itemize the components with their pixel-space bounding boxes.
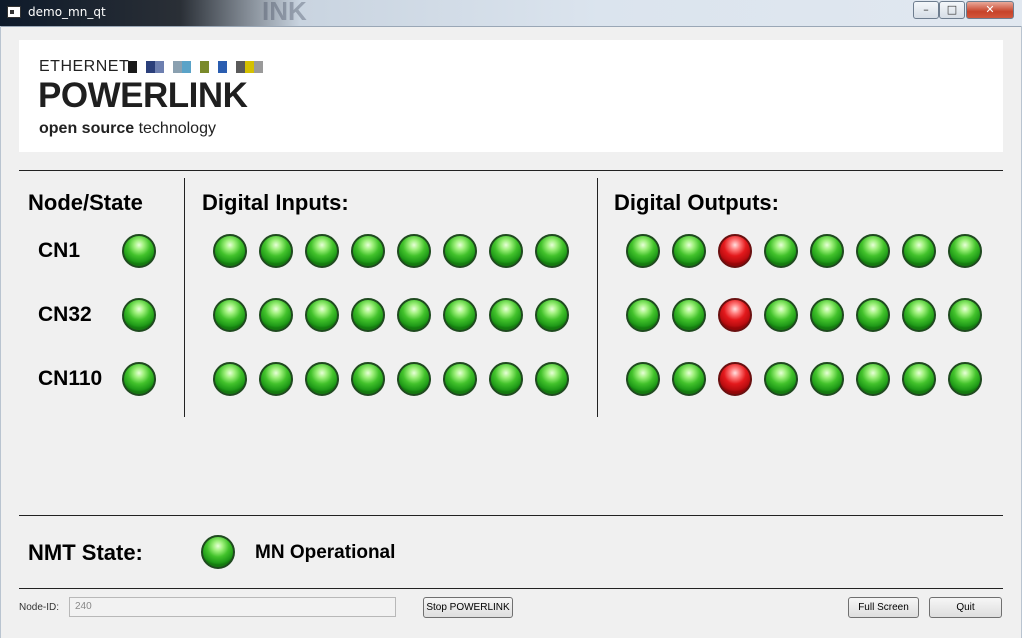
logo-bar-segment (155, 61, 164, 73)
logo-bar-segment (173, 61, 182, 73)
nmt-state-label: NMT State: (28, 540, 143, 565)
node-label-cn110: CN110 (38, 367, 103, 390)
nmt-state-led (201, 535, 235, 569)
node-label-cn32: CN32 (38, 303, 92, 326)
digital-output-led (626, 362, 660, 396)
logo-bar-segment (182, 61, 191, 73)
minimize-button[interactable]: – (913, 1, 939, 19)
digital-input-led (259, 362, 293, 396)
logo-tagline: open source technology (39, 120, 216, 138)
nmt-state-text: MN Operational (255, 542, 396, 563)
title-bar: demo_mn_qt INK – □ ✕ (0, 0, 1022, 27)
logo-tagline-rest: technology (134, 120, 216, 137)
stop-powerlink-button[interactable]: Stop POWERLINK (423, 597, 513, 618)
digital-output-led (810, 362, 844, 396)
logo-bar-segment (218, 61, 227, 73)
digital-output-led (672, 298, 706, 332)
digital-output-led (672, 362, 706, 396)
logo-bar-segment (200, 61, 209, 73)
logo-bar-segment (245, 61, 254, 73)
digital-output-led (948, 234, 982, 268)
digital-output-led (948, 362, 982, 396)
digital-input-led (443, 362, 477, 396)
quit-button[interactable]: Quit (929, 597, 1002, 618)
inputs-outputs-divider (597, 178, 598, 417)
logo-bar-segment (227, 61, 236, 73)
digital-input-led (351, 234, 385, 268)
digital-output-led (764, 298, 798, 332)
digital-input-led (305, 298, 339, 332)
digital-output-led (626, 298, 660, 332)
window-title: demo_mn_qt (28, 5, 106, 19)
digital-output-led (718, 362, 752, 396)
digital-outputs-heading: Digital Outputs: (614, 190, 779, 215)
digital-input-led (351, 298, 385, 332)
digital-input-led (535, 298, 569, 332)
digital-output-led (764, 234, 798, 268)
digital-input-led (351, 362, 385, 396)
powerlink-logo: ETHERNET POWERLINK open source technolog… (19, 40, 1003, 152)
digital-output-led (718, 234, 752, 268)
maximize-button[interactable]: □ (939, 1, 965, 19)
logo-bar-segment (254, 61, 263, 73)
node-state-led (122, 298, 156, 332)
logo-bar-segment (128, 61, 137, 73)
logo-powerlink-text: POWERLINK (38, 76, 248, 115)
logo-ethernet-text: ETHERNET (39, 58, 130, 75)
digital-input-led (397, 298, 431, 332)
digital-input-led (305, 362, 339, 396)
digital-output-led (856, 298, 890, 332)
digital-output-led (856, 362, 890, 396)
full-screen-button[interactable]: Full Screen (848, 597, 919, 618)
node-state-led (122, 362, 156, 396)
logo-tagline-bold: open source (39, 120, 135, 137)
digital-input-led (535, 362, 569, 396)
digital-input-led (305, 234, 339, 268)
digital-output-led (810, 298, 844, 332)
logo-bar-segment (164, 61, 173, 73)
digital-input-led (489, 362, 523, 396)
digital-output-led (626, 234, 660, 268)
background-window-text: INK (262, 0, 307, 26)
footer-divider (19, 588, 1003, 589)
digital-input-led (213, 234, 247, 268)
digital-output-led (948, 298, 982, 332)
digital-input-led (397, 234, 431, 268)
digital-input-led (489, 234, 523, 268)
top-divider (19, 170, 1003, 171)
digital-output-led (902, 362, 936, 396)
digital-inputs-heading: Digital Inputs: (202, 190, 349, 215)
digital-output-led (902, 234, 936, 268)
nmt-divider (19, 515, 1003, 516)
node-state-heading: Node/State (28, 190, 143, 215)
node-id-field[interactable]: 240 (69, 597, 396, 617)
digital-input-led (535, 234, 569, 268)
logo-bar-segment (209, 61, 218, 73)
digital-input-led (213, 298, 247, 332)
node-column-divider (184, 178, 185, 417)
node-state-led (122, 234, 156, 268)
digital-output-led (672, 234, 706, 268)
logo-bar-segment (146, 61, 155, 73)
logo-bar-segment (137, 61, 146, 73)
digital-output-led (718, 298, 752, 332)
logo-bar-segment (236, 61, 245, 73)
digital-input-led (259, 298, 293, 332)
node-id-label: Node-ID: (19, 602, 60, 613)
digital-output-led (764, 362, 798, 396)
digital-input-led (259, 234, 293, 268)
digital-input-led (213, 362, 247, 396)
digital-input-led (443, 298, 477, 332)
digital-input-led (489, 298, 523, 332)
digital-output-led (810, 234, 844, 268)
logo-color-bars (128, 61, 263, 73)
digital-input-led (443, 234, 477, 268)
node-label-cn1: CN1 (38, 239, 81, 262)
logo-bar-segment (191, 61, 200, 73)
digital-output-led (902, 298, 936, 332)
digital-input-led (397, 362, 431, 396)
close-button[interactable]: ✕ (966, 1, 1014, 19)
app-window-icon (7, 6, 21, 18)
digital-output-led (856, 234, 890, 268)
